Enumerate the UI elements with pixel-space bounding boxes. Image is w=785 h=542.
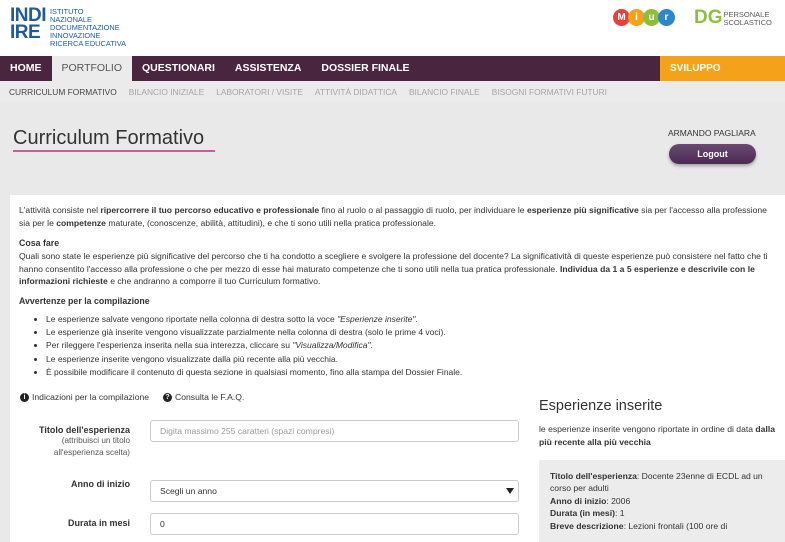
avvertenze-heading: Avvertenze per la compilazione — [19, 296, 150, 306]
question-icon: ? — [163, 392, 173, 402]
subnav-bilancio-iniziale[interactable]: BILANCIO INIZIALE — [129, 81, 204, 103]
dg-logo-text: PERSONALE SCOLASTICO — [723, 10, 772, 27]
help-links: i Indicazioni per la compilazione ? Cons… — [20, 392, 258, 402]
list-item: Per rileggere l'esperienza inserita nell… — [46, 339, 462, 352]
sub-nav: CURRICULUM FORMATIVO BILANCIO INIZIALE L… — [0, 81, 785, 103]
list-item: Le esperienze salvate vengono riportate … — [46, 313, 462, 326]
list-item: È possibile modificare il contenuto di q… — [46, 366, 462, 379]
indire-logo[interactable]: INDI IRE ISTITUTO NAZIONALE DOCUMENTAZIO… — [10, 5, 127, 48]
dg-logo-mark: DG — [694, 7, 723, 28]
nav-sviluppo-sostenibile[interactable]: SVILUPPO SOSTENIBILE — [660, 56, 785, 99]
esperienza-card: Titolo dell'esperienza: Docente 23enne d… — [539, 460, 785, 542]
anno-label: Anno di inizio — [71, 479, 130, 489]
nav-dossier-finale[interactable]: DOSSIER FINALE — [311, 56, 419, 81]
site-header: INDI IRE ISTITUTO NAZIONALE DOCUMENTAZIO… — [0, 0, 785, 56]
faq-link[interactable]: ? Consulta le F.A.Q. — [163, 392, 244, 402]
cosa-fare-paragraph: Quali sono state le esperienze più signi… — [19, 251, 768, 287]
indicazioni-link[interactable]: i Indicazioni per la compilazione — [20, 392, 149, 402]
dg-personale-logo[interactable]: DG PERSONALE SCOLASTICO — [694, 7, 772, 28]
miur-logo[interactable]: M i u r — [613, 9, 675, 26]
subnav-curriculum-formativo[interactable]: CURRICULUM FORMATIVO — [9, 81, 117, 103]
page-title: Curriculum Formativo — [13, 127, 205, 149]
info-icon: i — [20, 392, 29, 402]
esperienze-inserite-desc: le esperienze inserite vengono riportate… — [539, 424, 776, 447]
user-name: ARMANDO PAGLIARA — [668, 128, 756, 138]
content-panel: L'attività consiste nel ripercorrere il … — [10, 195, 785, 542]
durata-input[interactable]: 0 — [150, 513, 519, 535]
cosa-fare-heading: Cosa fare — [19, 238, 60, 248]
anno-select[interactable]: Scegli un anno — [150, 480, 519, 502]
miur-letter-r: r — [658, 9, 675, 26]
nav-questionari[interactable]: QUESTIONARI — [132, 56, 225, 81]
main-nav: HOME PORTFOLIO QUESTIONARI ASSISTENZA DO… — [0, 56, 785, 99]
titolo-input[interactable]: Digita massimo 255 caratteri (spazi comp… — [150, 420, 519, 442]
esperienze-inserite-title: Esperienze inserite — [539, 398, 663, 414]
indire-logo-text: ISTITUTO NAZIONALE DOCUMENTAZIONE INNOVA… — [50, 7, 127, 48]
nav-assistenza[interactable]: ASSISTENZA — [225, 56, 312, 81]
nav-portfolio[interactable]: PORTFOLIO — [51, 56, 132, 81]
chevron-down-icon — [506, 488, 514, 494]
list-item: Le esperienze inserite vengono visualizz… — [46, 353, 462, 366]
list-item: Le esperienze già inserite vengono visua… — [46, 326, 462, 339]
titolo-label: Titolo dell'esperienza (attribuisci un t… — [39, 425, 130, 457]
subnav-attivita-didattica[interactable]: ATTIVITÀ DIDATTICA — [315, 81, 397, 103]
title-underline — [13, 150, 215, 152]
nav-home[interactable]: HOME — [0, 56, 52, 81]
indire-logo-mark: INDI IRE — [10, 5, 47, 43]
subnav-bilancio-finale[interactable]: BILANCIO FINALE — [409, 81, 480, 103]
subnav-bisogni-formativi[interactable]: BISOGNI FORMATIVI FUTURI — [492, 81, 607, 103]
avvertenze-list: Le esperienze salvate vengono riportate … — [36, 313, 462, 379]
subnav-laboratori-visite[interactable]: LABORATORI / VISITE — [216, 81, 303, 103]
logout-button[interactable]: Logout — [669, 144, 756, 164]
intro-paragraph: L'attività consiste nel ripercorrere il … — [19, 205, 767, 228]
durata-label: Durata in mesi — [67, 518, 130, 528]
